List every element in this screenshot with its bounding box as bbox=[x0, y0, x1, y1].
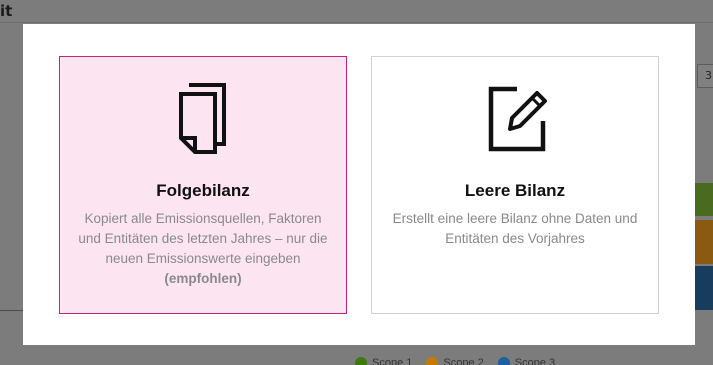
option-folgebilanz-card[interactable]: Folgebilanz Kopiert alle Emissionsquelle… bbox=[59, 56, 347, 314]
chart-bar-scope-1 bbox=[695, 183, 713, 216]
legend-dot bbox=[355, 357, 367, 365]
recommended-note: (empfohlen) bbox=[164, 271, 242, 286]
header-divider bbox=[0, 22, 713, 23]
legend-label: Scope 1 bbox=[372, 357, 413, 365]
copy-documents-icon bbox=[167, 81, 239, 155]
chart-bar-scope-3 bbox=[695, 266, 713, 310]
legend-label: Scope 3 bbox=[514, 357, 556, 365]
year-input[interactable]: 3 bbox=[697, 64, 713, 88]
option-description: Kopiert alle Emissionsquellen, Faktoren … bbox=[72, 209, 334, 289]
option-leere-bilanz-card[interactable]: Leere Bilanz Erstellt eine leere Bilanz … bbox=[371, 56, 659, 314]
divider bbox=[0, 310, 24, 311]
edit-document-icon bbox=[479, 81, 551, 155]
legend-item-scope-2: Scope 2 bbox=[426, 357, 484, 365]
legend-label: Scope 2 bbox=[443, 357, 484, 365]
legend-item-scope-1: Scope 1 bbox=[355, 357, 412, 365]
option-title: Leere Bilanz bbox=[464, 181, 566, 200]
chart-bar-scope-2 bbox=[695, 220, 713, 264]
legend-item-scope-3: Scope 3 bbox=[497, 357, 556, 365]
option-description: Erstellt eine leere Bilanz ohne Daten un… bbox=[392, 211, 638, 246]
legend-dot bbox=[426, 357, 439, 365]
legend-dot bbox=[497, 357, 510, 365]
balance-type-dialog: Folgebilanz Kopiert alle Emissionsquelle… bbox=[23, 24, 695, 345]
page-title: it bbox=[0, 2, 13, 20]
chart-legend: Scope 1 Scope 2 Scope 3 bbox=[355, 357, 555, 365]
option-title: Folgebilanz bbox=[156, 181, 250, 200]
